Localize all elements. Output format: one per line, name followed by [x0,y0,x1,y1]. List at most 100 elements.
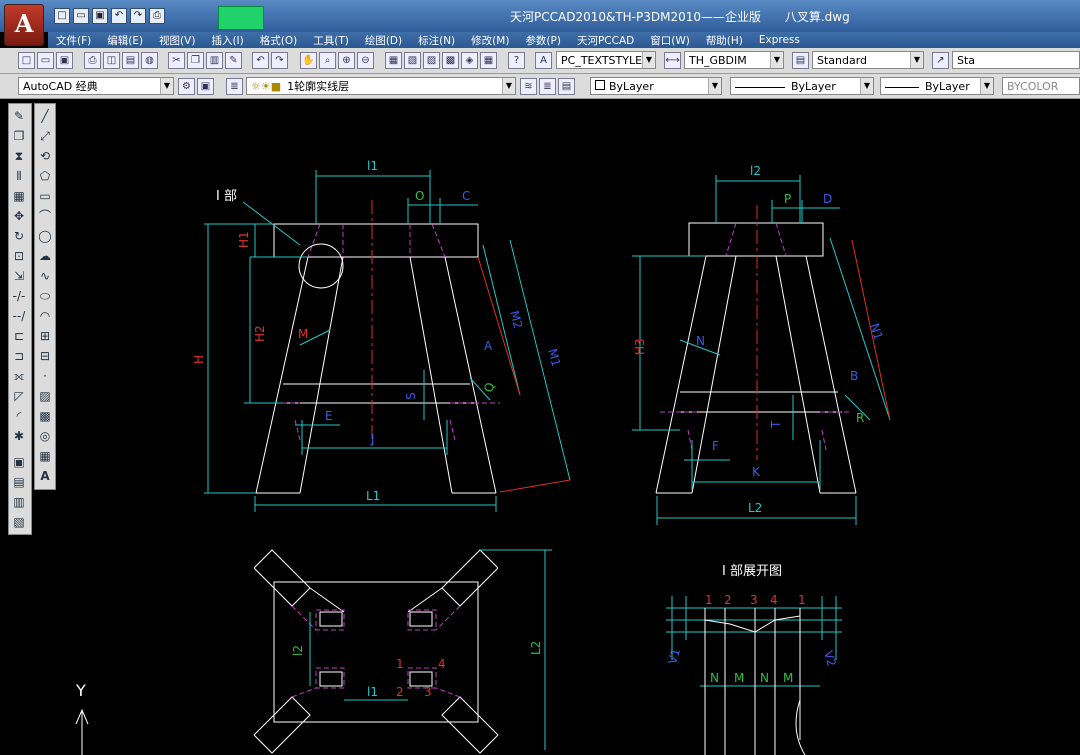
move-icon[interactable]: ✥ [11,208,27,224]
help-icon[interactable]: ? [508,52,525,69]
stretch-icon[interactable]: ⇲ [11,268,27,284]
workspace-badge[interactable] [218,6,264,30]
properties-icon[interactable]: ▦ [385,52,402,69]
menu-dimension[interactable]: 标注(N) [410,33,463,48]
table-style-select[interactable]: Standard ▼ [812,51,924,69]
rectangle-icon[interactable]: ▭ [37,188,53,204]
color-select[interactable]: ByLayer ▼ [590,77,722,95]
pan-icon[interactable]: ✋ [300,52,317,69]
draw-order-icon[interactable]: ▣ [11,454,27,470]
dim-style-select[interactable]: TH_GBDIM ▼ [684,51,784,69]
lineweight-select[interactable]: ByLayer ▼ [880,77,994,95]
gradient-icon[interactable]: ▩ [37,408,53,424]
make-object-layer-current-icon[interactable]: ≋ [520,78,537,95]
sheet-set-icon[interactable]: ▩ [442,52,459,69]
save-icon[interactable]: ▣ [56,52,73,69]
offset-icon[interactable]: ⫴ [11,168,27,184]
print-icon[interactable]: ⎙ [149,8,165,24]
revision-cloud-icon[interactable]: ☁ [37,248,53,264]
redo-icon[interactable]: ↷ [271,52,288,69]
join-icon[interactable]: ⟗ [11,368,27,384]
menu-file[interactable]: 文件(F) [48,33,99,48]
insert-block-icon[interactable]: ⊞ [37,328,53,344]
arc-icon[interactable]: ⌒ [37,208,53,224]
redo-icon[interactable]: ↷ [130,8,146,24]
save-icon[interactable]: ▣ [92,8,108,24]
application-menu-button[interactable]: A [4,4,44,46]
undo-icon[interactable]: ↶ [111,8,127,24]
menu-pccad[interactable]: 天河PCCAD [569,33,642,48]
multileader-style-select[interactable]: Sta [952,51,1080,69]
workspace-save-icon[interactable]: ▣ [197,78,214,95]
layer-manager-icon[interactable]: ≣ [226,78,243,95]
region-icon[interactable]: ◎ [37,428,53,444]
trim-icon[interactable]: -/- [11,288,27,304]
menu-format[interactable]: 格式(O) [252,33,305,48]
scale-icon[interactable]: ⊡ [11,248,27,264]
menu-parameters[interactable]: 参数(P) [517,33,569,48]
copy-icon[interactable]: ❐ [187,52,204,69]
ellipse-icon[interactable]: ⬭ [37,288,53,304]
dim-style-icon[interactable]: ⟷ [664,52,681,69]
rotate-icon[interactable]: ↻ [11,228,27,244]
table-style-icon[interactable]: ▤ [792,52,809,69]
layer-select[interactable]: ☼☀■ 1轮廓实线层 ▼ [246,77,516,95]
table-icon[interactable]: ▦ [37,448,53,464]
3d-publish-icon[interactable]: ◍ [141,52,158,69]
bring-front-icon[interactable]: ▤ [11,474,27,490]
plot-icon[interactable]: ⎙ [84,52,101,69]
text-style-icon[interactable]: A [535,52,552,69]
text-above-icon[interactable]: ▧ [11,514,27,530]
text-style-select[interactable]: PC_TEXTSTYLE ▼ [556,51,656,69]
design-center-icon[interactable]: ▧ [404,52,421,69]
send-back-icon[interactable]: ▥ [11,494,27,510]
zoom-realtime-icon[interactable]: ⌕ [319,52,336,69]
mirror-icon[interactable]: ⧗ [11,148,27,164]
array-icon[interactable]: ▦ [11,188,27,204]
make-block-icon[interactable]: ⊟ [37,348,53,364]
layer-states-icon[interactable]: ▤ [558,78,575,95]
menu-tools[interactable]: 工具(T) [305,33,357,48]
break-at-point-icon[interactable]: ⊏ [11,328,27,344]
workspace-settings-icon[interactable]: ⚙ [178,78,195,95]
polyline-icon[interactable]: ⟲ [37,148,53,164]
point-icon[interactable]: · [37,368,53,384]
menu-express[interactable]: Express [751,34,808,46]
menu-view[interactable]: 视图(V) [151,33,203,48]
multiline-text-icon[interactable]: A [37,468,53,484]
explode-icon[interactable]: ✱ [11,428,27,444]
markup-icon[interactable]: ◈ [461,52,478,69]
paste-icon[interactable]: ▥ [206,52,223,69]
cut-icon[interactable]: ✂ [168,52,185,69]
menu-draw[interactable]: 绘图(D) [357,33,410,48]
ellipse-arc-icon[interactable]: ◠ [37,308,53,324]
menu-window[interactable]: 窗口(W) [642,33,698,48]
open-file-icon[interactable]: ▭ [73,8,89,24]
undo-icon[interactable]: ↶ [252,52,269,69]
fillet-icon[interactable]: ◜ [11,408,27,424]
menu-help[interactable]: 帮助(H) [698,33,751,48]
break-icon[interactable]: ⊐ [11,348,27,364]
polygon-icon[interactable]: ⬠ [37,168,53,184]
menu-insert[interactable]: 插入(I) [203,33,251,48]
copy-object-icon[interactable]: ❐ [11,128,27,144]
publish-icon[interactable]: ▤ [122,52,139,69]
spline-icon[interactable]: ∿ [37,268,53,284]
preview-icon[interactable]: ◫ [103,52,120,69]
match-properties-icon[interactable]: ✎ [225,52,242,69]
workspace-select[interactable]: AutoCAD 经典 ▼ [18,77,174,95]
layer-previous-icon[interactable]: ≣ [539,78,556,95]
new-icon[interactable]: □ [18,52,35,69]
line-icon[interactable]: ╱ [37,108,53,124]
chamfer-icon[interactable]: ◸ [11,388,27,404]
zoom-window-icon[interactable]: ⊕ [338,52,355,69]
calculator-icon[interactable]: ▦ [480,52,497,69]
extend-icon[interactable]: --/ [11,308,27,324]
erase-icon[interactable]: ✎ [11,108,27,124]
drawing-canvas[interactable]: l1 O C H1 H2 H M M1 M2 A Q S E J L1 I 部 … [60,99,1080,755]
linetype-select[interactable]: ByLayer ▼ [730,77,874,95]
circle-icon[interactable]: ◯ [37,228,53,244]
new-file-icon[interactable]: □ [54,8,70,24]
tool-palettes-icon[interactable]: ▨ [423,52,440,69]
plotstyle-select[interactable]: BYCOLOR [1002,77,1080,95]
